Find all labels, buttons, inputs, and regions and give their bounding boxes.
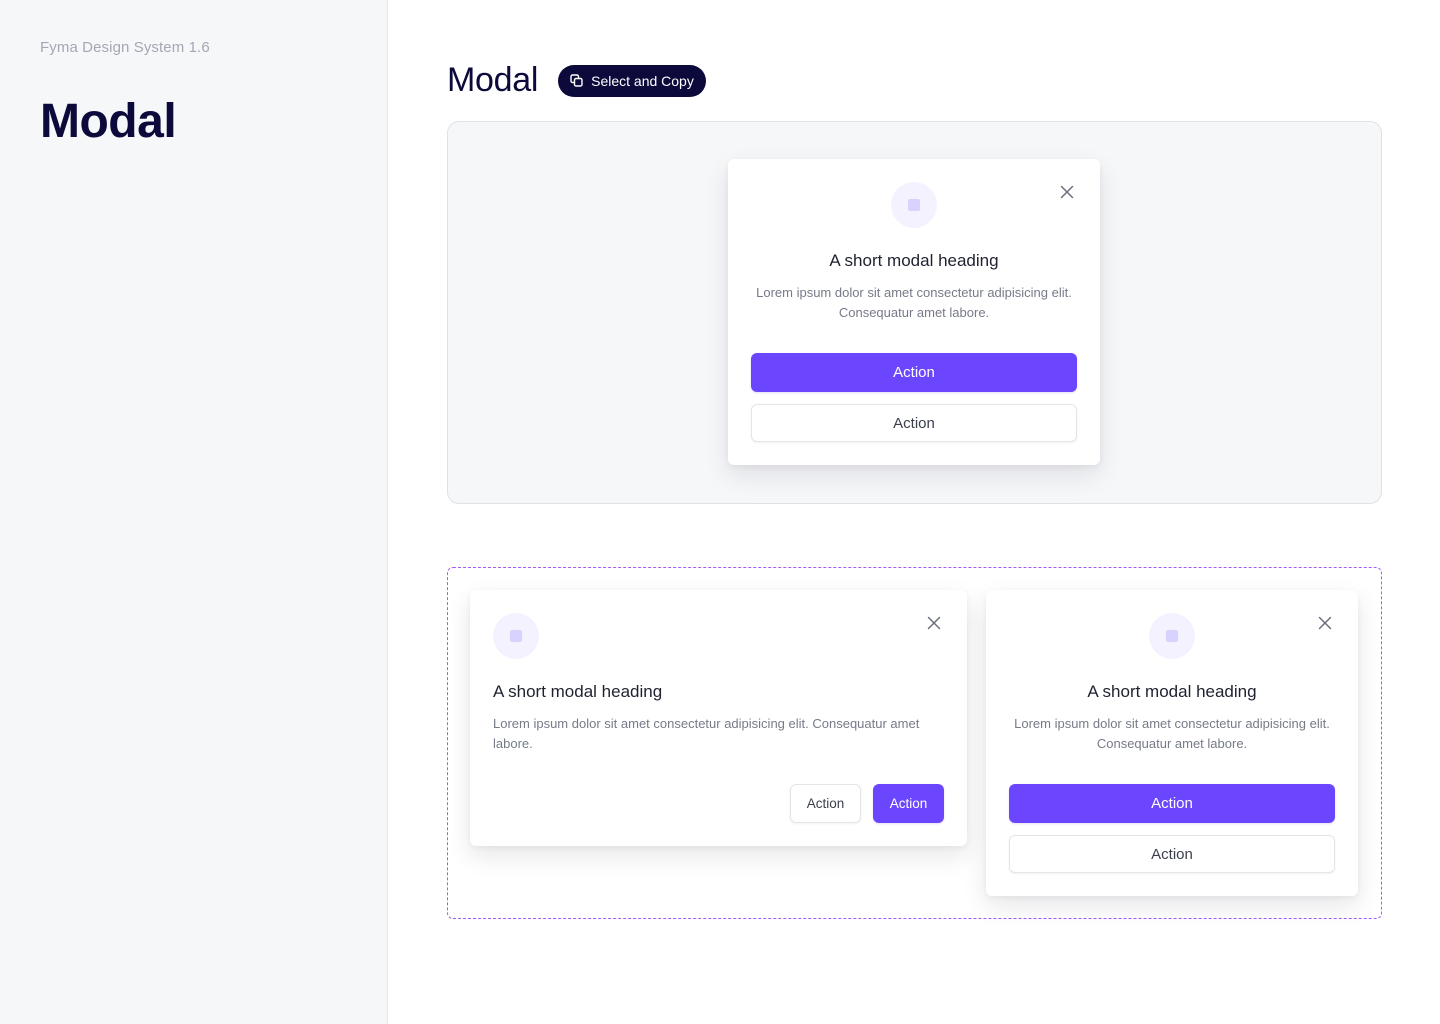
main-content: Modal Select and Copy A short modal head… — [389, 0, 1440, 1024]
sidebar: Fyma Design System 1.6 Modal — [0, 0, 388, 1024]
secondary-action-button[interactable]: Action — [790, 784, 861, 823]
close-icon[interactable] — [1057, 182, 1077, 202]
page-title: Modal — [447, 61, 539, 99]
page-header: Modal Select and Copy — [447, 61, 706, 100]
modal-body-text: Lorem ipsum dolor sit amet consectetur a… — [756, 285, 1072, 320]
primary-action-button[interactable]: Action — [873, 784, 944, 823]
feature-icon — [1149, 613, 1195, 659]
modal-heading: A short modal heading — [493, 682, 663, 701]
modal-heading: A short modal heading — [829, 251, 999, 270]
modal-body-text: Lorem ipsum dolor sit amet consectetur a… — [1014, 716, 1330, 751]
select-and-copy-label: Select and Copy — [591, 72, 694, 89]
secondary-action-button[interactable]: Action — [751, 404, 1077, 442]
sidebar-title: Modal — [40, 95, 177, 148]
modal-heading: A short modal heading — [1087, 682, 1257, 701]
copy-icon — [570, 74, 583, 87]
modal-centered: A short modal heading Lorem ipsum dolor … — [728, 159, 1100, 465]
feature-icon — [891, 182, 937, 228]
design-system-name: Fyma Design System 1.6 — [40, 39, 210, 56]
close-icon[interactable] — [1315, 613, 1335, 633]
close-icon[interactable] — [924, 613, 944, 633]
modal-left-aligned: A short modal heading Lorem ipsum dolor … — [470, 590, 967, 846]
modal-centered-variant: A short modal heading Lorem ipsum dolor … — [986, 590, 1358, 896]
primary-action-button[interactable]: Action — [1009, 784, 1335, 823]
modal-body-text: Lorem ipsum dolor sit amet consectetur a… — [493, 716, 920, 751]
primary-action-button[interactable]: Action — [751, 353, 1077, 392]
secondary-action-button[interactable]: Action — [1009, 835, 1335, 873]
feature-icon — [493, 613, 539, 659]
select-and-copy-button[interactable]: Select and Copy — [558, 64, 706, 97]
